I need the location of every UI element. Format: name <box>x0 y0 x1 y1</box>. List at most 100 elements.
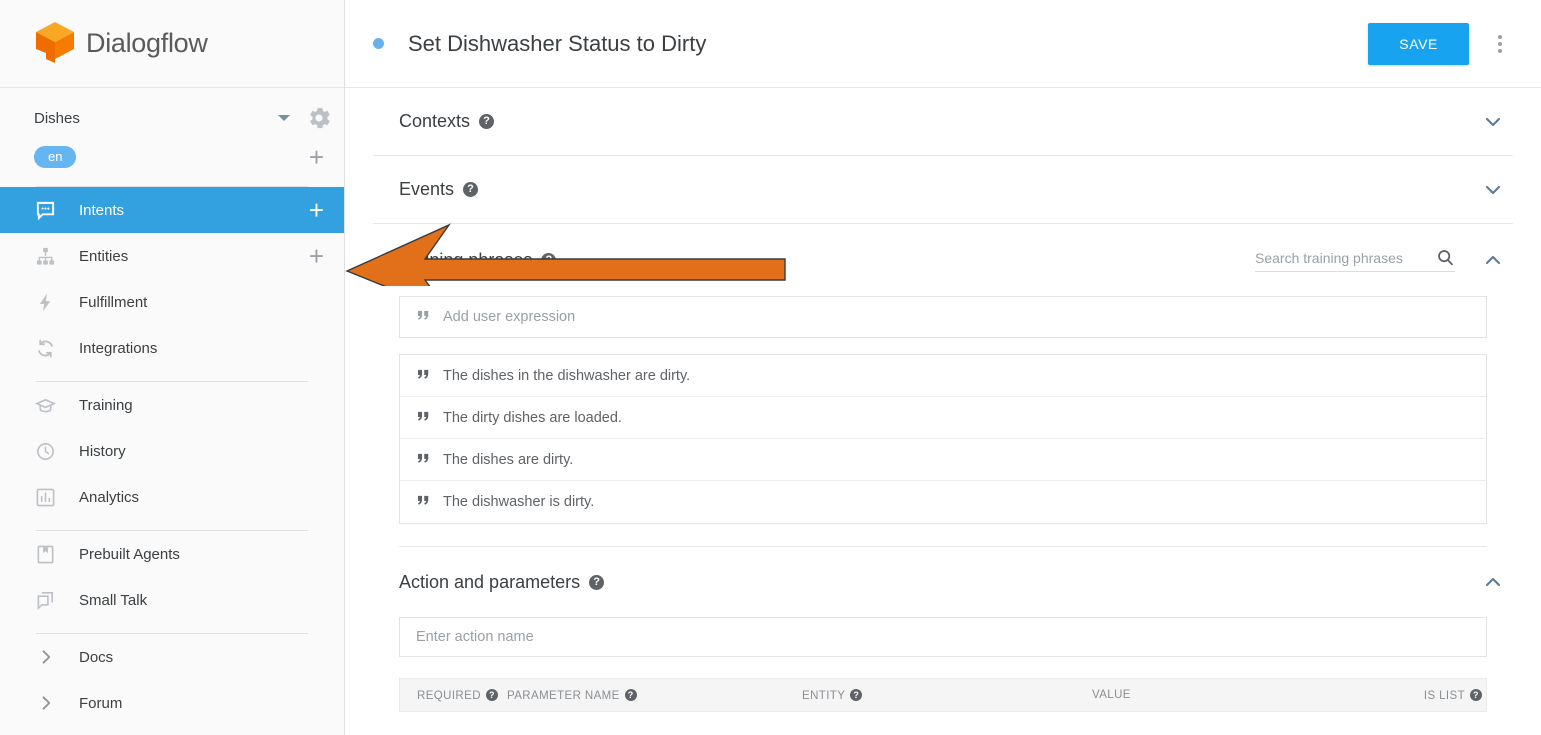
search-icon[interactable] <box>1436 248 1455 267</box>
agent-selector[interactable]: Dishes <box>0 98 344 138</box>
sidebar-item-label: Intents <box>79 201 125 219</box>
training-phrase-row[interactable]: The dishes in the dishwasher are dirty. <box>400 355 1486 397</box>
graduation-cap-icon <box>34 394 56 416</box>
column-label: PARAMETER NAME <box>507 689 620 702</box>
sidebar-item-label: Entities <box>79 247 129 265</box>
section-training-phrases-header: Training phrases ? <box>373 224 1513 296</box>
sidebar-item-label: Integrations <box>79 339 158 357</box>
section-events[interactable]: Events ? <box>373 156 1513 224</box>
sidebar-item-label: Fulfillment <box>79 293 148 311</box>
sidebar-item-integrations[interactable]: Integrations <box>0 325 344 371</box>
training-phrase-text: The dishwasher is dirty. <box>443 494 595 510</box>
main-panel: Set Dishwasher Status to Dirty SAVE Cont… <box>345 0 1541 735</box>
section-action-parameters-header: Action and parameters ? <box>373 547 1513 617</box>
sidebar-item-label: Docs <box>79 648 114 666</box>
help-icon[interactable]: ? <box>589 574 605 590</box>
search-training-phrases[interactable] <box>1255 248 1455 272</box>
sidebar-item-label: Small Talk <box>79 591 148 609</box>
column-header-parameter-name: PARAMETER NAME? <box>507 688 802 702</box>
sidebar-item-label: Analytics <box>79 488 140 506</box>
sidebar: Dialogflow Dishes en + Intents + Entitie… <box>0 0 345 735</box>
sidebar-item-label: History <box>79 442 126 460</box>
chevron-down-icon[interactable] <box>1481 110 1505 134</box>
training-phrase-row[interactable]: The dishes are dirty. <box>400 439 1486 481</box>
parameters-table-header: REQUIRED? PARAMETER NAME? ENTITY? VALUE … <box>399 678 1487 712</box>
sidebar-item-prebuilt-agents[interactable]: Prebuilt Agents <box>0 531 344 577</box>
column-label: VALUE <box>1092 689 1131 701</box>
hierarchy-icon <box>34 245 56 267</box>
help-icon[interactable]: ? <box>463 182 479 197</box>
speech-bubble-icon <box>34 199 56 221</box>
search-input[interactable] <box>1255 249 1436 266</box>
language-row: en + <box>0 138 344 176</box>
clock-icon <box>34 440 56 462</box>
help-icon[interactable]: ? <box>1470 688 1482 701</box>
intent-body: Contexts ? Events ? Training phrases ? S… <box>345 88 1541 712</box>
chat-copy-icon <box>34 589 56 611</box>
add-entity-button[interactable]: + <box>309 243 324 269</box>
column-label: IS LIST <box>1423 689 1465 702</box>
language-chip-en[interactable]: en <box>34 146 77 168</box>
sidebar-item-label: Forum <box>79 694 123 712</box>
chevron-right-icon <box>34 646 56 668</box>
training-phrase-row[interactable]: The dishwasher is dirty. <box>400 481 1486 523</box>
sidebar-item-intents[interactable]: Intents + <box>0 187 344 233</box>
column-header-required: REQUIRED? <box>417 688 507 702</box>
chevron-right-icon <box>34 692 56 714</box>
chevron-down-icon[interactable] <box>1481 178 1505 202</box>
add-user-expression-input[interactable]: Add user expression <box>399 296 1487 338</box>
sidebar-item-docs[interactable]: Docs <box>0 634 344 680</box>
section-title: Contexts <box>399 111 471 131</box>
training-phrase-text: The dishes in the dishwasher are dirty. <box>443 367 691 384</box>
brand-name: Dialogflow <box>86 28 208 58</box>
section-contexts[interactable]: Contexts ? <box>373 88 1513 156</box>
sidebar-item-entities[interactable]: Entities + <box>0 233 344 279</box>
help-icon[interactable]: ? <box>485 688 498 701</box>
sidebar-item-forum[interactable]: Forum <box>0 680 344 726</box>
column-header-entity: ENTITY? <box>802 688 1092 702</box>
help-icon[interactable]: ? <box>479 114 495 129</box>
training-phrase-row[interactable]: The dirty dishes are loaded. <box>400 397 1486 439</box>
action-name-wrap <box>373 617 1513 662</box>
chevron-up-icon[interactable] <box>1481 570 1505 594</box>
training-phrase-text: The dirty dishes are loaded. <box>443 409 622 426</box>
quote-icon <box>417 309 430 325</box>
page-title: Set Dishwasher Status to Dirty <box>408 30 707 56</box>
book-icon <box>34 543 56 565</box>
training-phrases-list: The dishes in the dishwasher are dirty. … <box>399 354 1487 524</box>
help-icon[interactable]: ? <box>850 688 863 701</box>
sidebar-item-small-talk[interactable]: Small Talk <box>0 577 344 623</box>
chevron-down-icon[interactable] <box>278 115 290 121</box>
add-user-expression-placeholder: Add user expression <box>443 309 576 325</box>
add-intent-button[interactable]: + <box>309 197 324 223</box>
section-title: Events <box>399 179 455 199</box>
gear-icon[interactable] <box>308 107 330 129</box>
sidebar-item-analytics[interactable]: Analytics <box>0 474 344 520</box>
dialogflow-console: Dialogflow Dishes en + Intents + Entitie… <box>0 0 1541 735</box>
sidebar-item-training[interactable]: Training <box>0 382 344 428</box>
quote-icon <box>417 494 430 510</box>
refresh-icon <box>34 337 56 359</box>
save-button[interactable]: SAVE <box>1368 22 1469 65</box>
chevron-up-icon[interactable] <box>1481 248 1505 272</box>
column-header-is-list: IS LIST? <box>1408 688 1486 702</box>
quote-icon <box>417 410 430 426</box>
sidebar-item-label: Prebuilt Agents <box>79 545 180 563</box>
help-icon[interactable]: ? <box>624 688 637 701</box>
action-name-input[interactable] <box>399 617 1487 657</box>
sidebar-item-history[interactable]: History <box>0 428 344 474</box>
sidebar-item-fulfillment[interactable]: Fulfillment <box>0 279 344 325</box>
section-title: Action and parameters <box>399 571 581 592</box>
dialogflow-cube-icon <box>34 21 76 67</box>
more-vertical-icon[interactable] <box>1487 27 1513 61</box>
sidebar-item-label: Training <box>79 396 133 414</box>
bar-chart-icon <box>34 486 56 508</box>
quote-icon <box>417 452 430 468</box>
brand-logo[interactable]: Dialogflow <box>0 0 344 88</box>
status-dot <box>373 38 384 49</box>
add-language-button[interactable]: + <box>309 144 324 170</box>
quote-icon <box>417 368 430 384</box>
training-phrase-text: The dishes are dirty. <box>443 451 574 468</box>
agent-name: Dishes <box>34 109 80 127</box>
help-icon[interactable]: ? <box>541 252 557 268</box>
